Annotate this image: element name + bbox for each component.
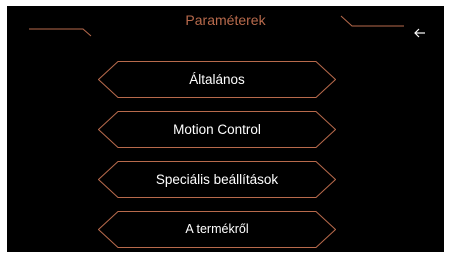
arrow-left-icon [414, 28, 425, 38]
menu-item-altalanos[interactable]: Általános [98, 61, 336, 98]
settings-screen: Paraméterek Általános Motion Control Spe… [7, 6, 444, 252]
menu-item-label: Motion Control [173, 122, 261, 137]
page-title: Paraméterek [185, 12, 266, 28]
menu-item-label: A termékről [185, 222, 249, 236]
back-button[interactable] [411, 23, 431, 43]
menu-item-label: Általános [189, 72, 245, 87]
menu-item-motion-control[interactable]: Motion Control [98, 111, 336, 148]
menu-item-label: Speciális beállítások [155, 172, 279, 187]
menu-item-a-termekrol[interactable]: A termékről [98, 211, 336, 248]
menu-item-specialis-beallitasok[interactable]: Speciális beállítások [98, 161, 336, 198]
